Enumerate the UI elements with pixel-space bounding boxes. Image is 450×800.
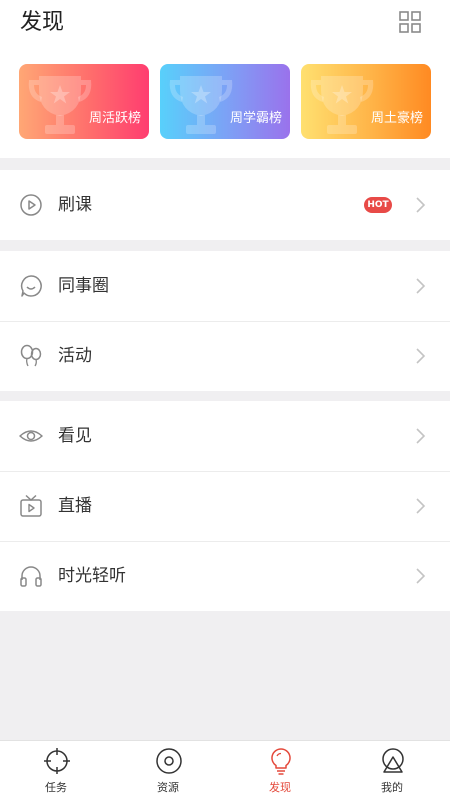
item-label: 同事圈 (58, 276, 109, 296)
play-circle-icon (20, 194, 42, 216)
item-label: 时光轻听 (58, 566, 126, 586)
list-item-colleagues[interactable]: 同事圈 (0, 251, 450, 321)
hot-badge: HOT (364, 197, 392, 213)
item-label: 看见 (58, 426, 92, 446)
crosshair-icon (44, 748, 70, 774)
item-label: 活动 (58, 346, 92, 366)
headphones-icon (20, 566, 42, 587)
eye-icon (19, 430, 43, 442)
tv-play-icon (20, 494, 42, 517)
top-section: 发现 周活跃榜 周学霸榜 周土豪榜 (0, 0, 450, 158)
leaderboard-label: 周土豪榜 (370, 111, 423, 126)
user-profile-icon (382, 748, 404, 773)
chevron-right-icon (416, 197, 426, 213)
list-item-listen[interactable]: 时光轻听 (0, 541, 450, 611)
tab-label: 资源 (157, 781, 179, 794)
courses-section: 刷课 HOT (0, 170, 450, 240)
tab-mine[interactable]: 我的 (336, 741, 448, 800)
chevron-right-icon (416, 568, 426, 584)
trophy-icon (169, 76, 233, 134)
tab-label: 发现 (269, 781, 291, 794)
tab-label: 任务 (45, 781, 67, 794)
trophy-icon (310, 76, 374, 134)
chat-bubble-icon (20, 275, 42, 297)
trophy-icon (28, 76, 92, 134)
grid-icon (399, 11, 421, 33)
tab-label: 我的 (381, 781, 403, 794)
balloons-icon (20, 344, 42, 367)
weekly-rich-leaderboard-card[interactable]: 周土豪榜 (301, 64, 431, 139)
tab-resources[interactable]: 资源 (112, 741, 224, 800)
list-item-courses[interactable]: 刷课 HOT (0, 170, 450, 240)
chevron-right-icon (416, 498, 426, 514)
lightbulb-icon (271, 748, 291, 775)
list-item-activity[interactable]: 活动 (0, 321, 450, 391)
chevron-right-icon (416, 428, 426, 444)
list-item-live[interactable]: 直播 (0, 471, 450, 541)
tab-tasks[interactable]: 任务 (0, 741, 112, 800)
disc-icon (156, 748, 182, 774)
leaderboard-label: 周活跃榜 (88, 111, 141, 126)
leaderboard-label: 周学霸榜 (229, 111, 282, 126)
page-title: 发现 (20, 10, 65, 35)
media-section: 看见 直播 时光轻听 (0, 401, 450, 611)
tab-discover[interactable]: 发现 (224, 741, 336, 800)
item-label: 直播 (58, 496, 92, 516)
chevron-right-icon (416, 278, 426, 294)
social-section: 同事圈 活动 (0, 251, 450, 391)
item-label: 刷课 (58, 195, 92, 215)
list-item-seeing[interactable]: 看见 (0, 401, 450, 471)
chevron-right-icon (416, 348, 426, 364)
weekly-active-leaderboard-card[interactable]: 周活跃榜 (19, 64, 149, 139)
bottom-tab-bar: 任务 资源 发现 我的 (0, 740, 450, 800)
weekly-scholar-leaderboard-card[interactable]: 周学霸榜 (160, 64, 290, 139)
grid-menu-button[interactable] (396, 8, 424, 36)
